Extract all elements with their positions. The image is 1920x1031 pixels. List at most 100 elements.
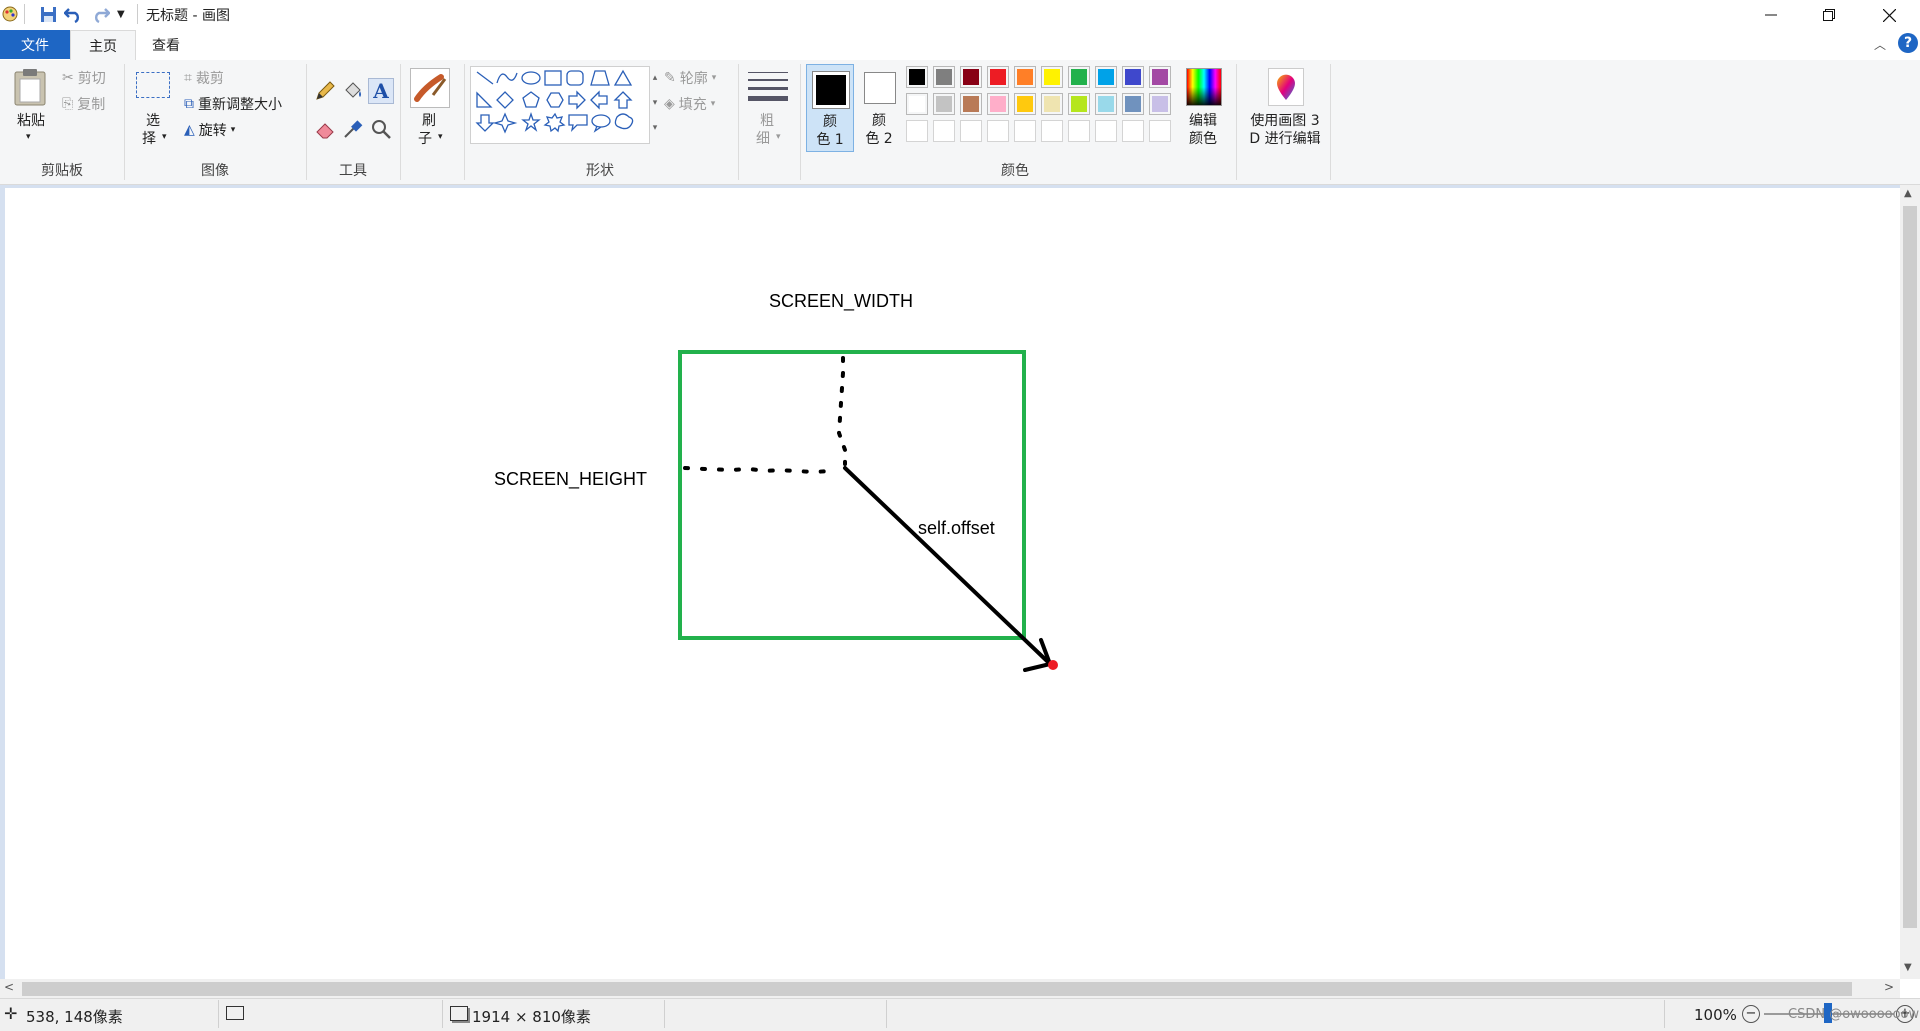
save-icon[interactable] [40,6,57,27]
palette-swatch[interactable] [987,66,1009,88]
vertical-scroll-thumb[interactable] [1903,206,1917,928]
custom-color-slot[interactable] [960,120,982,142]
restore-button[interactable] [1800,0,1858,30]
magnifier-icon[interactable] [370,118,392,144]
undo-icon[interactable] [63,5,82,27]
resize-button[interactable]: ⧉ 重新调整大小 [184,94,282,114]
palette-swatch[interactable] [1041,93,1063,115]
palette-swatch[interactable] [1068,93,1090,115]
self-offset-label: self.offset [918,518,995,538]
fill-bucket-icon[interactable] [342,80,364,106]
canvas-size: 1914 × 810像素 [472,1008,591,1026]
custom-color-slot[interactable] [1122,120,1144,142]
palette-swatch-fill [909,69,925,85]
custom-color-slot[interactable] [1014,120,1036,142]
palette-swatch[interactable] [1095,93,1117,115]
group-label-clipboard: 剪贴板 [41,163,83,179]
tab-file[interactable]: 文件 [0,30,70,59]
copy-button[interactable]: ⎘ 复制 [62,94,105,114]
paste-button[interactable]: 粘贴 ▾ [10,66,52,146]
fill-button[interactable]: ◈ 填充 ▾ [664,94,715,114]
size-dropdown-icon: ▾ [776,132,781,142]
palette-swatch[interactable] [1068,66,1090,88]
custom-color-slot[interactable] [1068,120,1090,142]
scroll-down-icon[interactable]: ▼ [1904,962,1912,973]
edit-colors-button[interactable]: 编辑 颜色 [1180,66,1226,150]
crop-button[interactable]: ⌗ 裁剪 [184,68,224,88]
rotate-label: 旋转 [198,123,227,139]
status-bar [0,998,1920,1031]
pencil-icon[interactable] [314,80,336,106]
color2-button[interactable]: 颜 色 2 [858,64,904,152]
scroll-right-icon[interactable]: > [1884,980,1894,994]
vertical-dotted-line [836,356,847,466]
palette-swatch[interactable] [933,66,955,88]
palette-swatch-fill [1098,69,1114,85]
custom-color-slot[interactable] [987,120,1009,142]
paint3d-icon [1268,68,1304,106]
palette-swatch[interactable] [1014,93,1036,115]
help-icon[interactable]: ? [1898,33,1918,53]
paint3d-label-2: D 进行编辑 [1249,131,1321,147]
tab-home[interactable]: 主页 [70,30,136,61]
palette-swatch-fill [1017,96,1033,112]
custom-color-slot[interactable] [1095,120,1117,142]
zoom-out-icon[interactable]: − [1742,1005,1760,1023]
select-button[interactable]: 选 择 ▾ [132,66,176,150]
clipboard-icon [14,69,46,106]
edit-with-paint3d-button[interactable]: 使用画图 3 D 进行编辑 [1240,66,1330,150]
palette-swatch[interactable] [1095,66,1117,88]
paste-dropdown-icon[interactable]: ▾ [26,132,31,142]
custom-color-slot[interactable] [906,120,928,142]
color1-button[interactable]: 颜 色 1 [806,64,854,152]
outline-button[interactable]: ✎ 轮廓 ▾ [664,68,716,88]
palette-swatch[interactable] [1149,93,1171,115]
horizontal-scroll-thumb[interactable] [22,982,1852,996]
palette-swatch[interactable] [960,93,982,115]
tab-view[interactable]: 查看 [134,30,198,59]
custom-color-slot[interactable] [1149,120,1171,142]
custom-color-slot[interactable] [1041,120,1063,142]
palette-swatch[interactable] [933,93,955,115]
palette-swatch[interactable] [987,93,1009,115]
palette-swatch[interactable] [1149,66,1171,88]
fill-label: 填充 [678,97,707,113]
collapse-ribbon-icon[interactable]: ︿ [1874,36,1886,53]
window-title: 无标题 - 画图 [146,8,230,24]
minimize-button[interactable] [1742,0,1800,30]
eraser-icon[interactable] [314,118,336,144]
palette-swatch[interactable] [1122,66,1144,88]
palette-swatch[interactable] [960,66,982,88]
cut-button[interactable]: ✂ 剪切 [62,68,106,88]
palette-swatch[interactable] [1122,93,1144,115]
close-icon [1882,8,1896,22]
palette-swatch[interactable] [1014,66,1036,88]
scroll-left-icon[interactable]: < [4,980,14,994]
palette-swatch[interactable] [906,66,928,88]
rotate-dropdown-icon: ▾ [230,125,236,135]
palette-swatch[interactable] [1041,66,1063,88]
group-label-image: 图像 [201,163,229,179]
palette-swatch[interactable] [906,93,928,115]
custom-color-slot[interactable] [933,120,955,142]
brushes-button[interactable]: 刷 子 ▾ [408,66,454,150]
text-tool-icon[interactable]: A [368,78,394,104]
customize-quick-access-icon[interactable]: ▼ [117,9,125,20]
palette-swatch-fill [963,96,979,112]
group-label-colors: 颜色 [1001,163,1029,179]
cursor-position-icon: ✛ [4,1004,18,1023]
scroll-up-icon[interactable]: ▲ [1904,188,1912,199]
brush-label-2: 子 [418,131,432,147]
drawing-canvas[interactable]: SCREEN_WIDTH SCREEN_HEIGHT self.offset [5,188,1900,979]
size-button[interactable]: 粗 细 ▾ [746,66,790,150]
paint-app-icon[interactable] [2,6,18,22]
brush-dropdown-icon[interactable]: ▾ [438,132,443,142]
shapes-gallery[interactable] [470,66,650,144]
rotate-button[interactable]: ◭ 旋转 ▾ [184,120,235,140]
color-picker-icon[interactable] [342,118,364,144]
ribbon-tab-strip [0,30,1920,61]
redo-icon[interactable] [92,5,111,27]
close-button[interactable] [1858,0,1920,30]
select-dropdown-icon[interactable]: ▾ [162,132,167,142]
shapes-scroll[interactable]: ▴ ▾ ▾ [650,66,660,142]
